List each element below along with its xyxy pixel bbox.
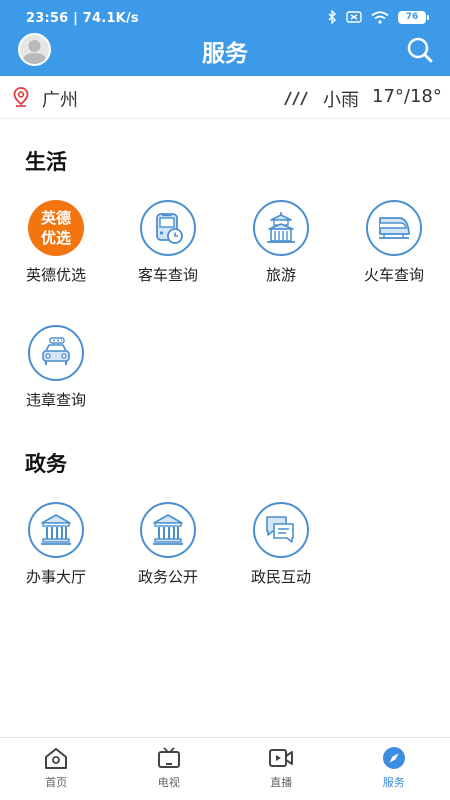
section-title-government: 政务 bbox=[25, 452, 67, 476]
bottom-tab-bar: 首页 电视 直播 服务 bbox=[0, 737, 450, 800]
sim-card-icon bbox=[346, 11, 362, 23]
car-icon bbox=[28, 325, 84, 381]
location-pin-icon[interactable] bbox=[13, 87, 29, 107]
tab-services[interactable]: 服务 bbox=[338, 738, 450, 800]
service-train-query[interactable]: 火车查询 bbox=[344, 200, 444, 285]
status-time: 23:56 | 74.1K/s bbox=[26, 11, 139, 26]
service-label: 客车查询 bbox=[137, 266, 198, 284]
status-bar: 23:56 | 74.1K/s 76 bbox=[0, 0, 450, 30]
header-bar: 23:56 | 74.1K/s 76 服务 bbox=[0, 0, 450, 76]
chat-bubbles-icon bbox=[253, 502, 309, 558]
tab-home[interactable]: 首页 bbox=[0, 738, 113, 800]
temple-icon bbox=[253, 200, 309, 256]
service-affairs-public[interactable]: 政务公开 bbox=[118, 502, 218, 587]
yingde-logo-line-2: 优选 bbox=[40, 229, 71, 247]
service-label: 办事大厅 bbox=[25, 568, 86, 586]
tab-tv[interactable]: 电视 bbox=[113, 738, 226, 800]
service-label: 火车查询 bbox=[363, 266, 424, 284]
weather-temperature: 17°/18° bbox=[372, 86, 442, 107]
service-label: 政务公开 bbox=[137, 568, 198, 586]
bluetooth-icon bbox=[328, 10, 336, 24]
service-affairs-hall[interactable]: 办事大厅 bbox=[6, 502, 106, 587]
location-weather-bar: 广州 小雨 17°/18° bbox=[0, 76, 450, 119]
service-label: 英德优选 bbox=[25, 266, 86, 284]
service-label: 违章查询 bbox=[25, 391, 86, 409]
battery-indicator: 76 bbox=[398, 10, 429, 24]
service-label: 政民互动 bbox=[250, 568, 311, 586]
service-bus-query[interactable]: 客车查询 bbox=[118, 200, 218, 285]
tab-label: 直播 bbox=[270, 776, 293, 789]
home-icon bbox=[45, 748, 68, 769]
search-icon[interactable] bbox=[406, 36, 434, 64]
video-icon bbox=[269, 749, 294, 767]
bus-clock-icon bbox=[140, 200, 196, 256]
service-label: 旅游 bbox=[265, 266, 296, 284]
network-speed: 74.1K/s bbox=[82, 11, 139, 26]
rain-icon bbox=[284, 91, 308, 106]
service-citizen-interaction[interactable]: 政民互动 bbox=[231, 502, 331, 587]
compass-icon bbox=[382, 747, 405, 769]
service-travel[interactable]: 旅游 bbox=[231, 200, 331, 285]
tv-icon bbox=[157, 747, 180, 768]
train-icon bbox=[366, 200, 422, 256]
tab-label: 电视 bbox=[157, 776, 180, 789]
service-violation-query[interactable]: 违章查询 bbox=[6, 325, 106, 410]
city-name[interactable]: 广州 bbox=[42, 86, 78, 112]
section-title-life: 生活 bbox=[25, 150, 67, 174]
tab-live[interactable]: 直播 bbox=[225, 738, 338, 800]
tab-label: 服务 bbox=[382, 776, 405, 789]
tab-label: 首页 bbox=[45, 776, 68, 789]
government-building-icon bbox=[28, 502, 84, 558]
service-yingde[interactable]: 英德 优选 英德优选 bbox=[6, 200, 106, 285]
page-title: 服务 bbox=[202, 41, 248, 67]
government-building-icon bbox=[140, 502, 196, 558]
weather-description: 小雨 bbox=[323, 90, 359, 111]
yingde-logo-icon: 英德 优选 bbox=[28, 200, 84, 256]
clock: 23:56 bbox=[26, 11, 69, 26]
yingde-logo-line-1: 英德 bbox=[40, 209, 71, 227]
wifi-icon bbox=[371, 10, 389, 24]
status-icons: 76 bbox=[328, 10, 429, 24]
